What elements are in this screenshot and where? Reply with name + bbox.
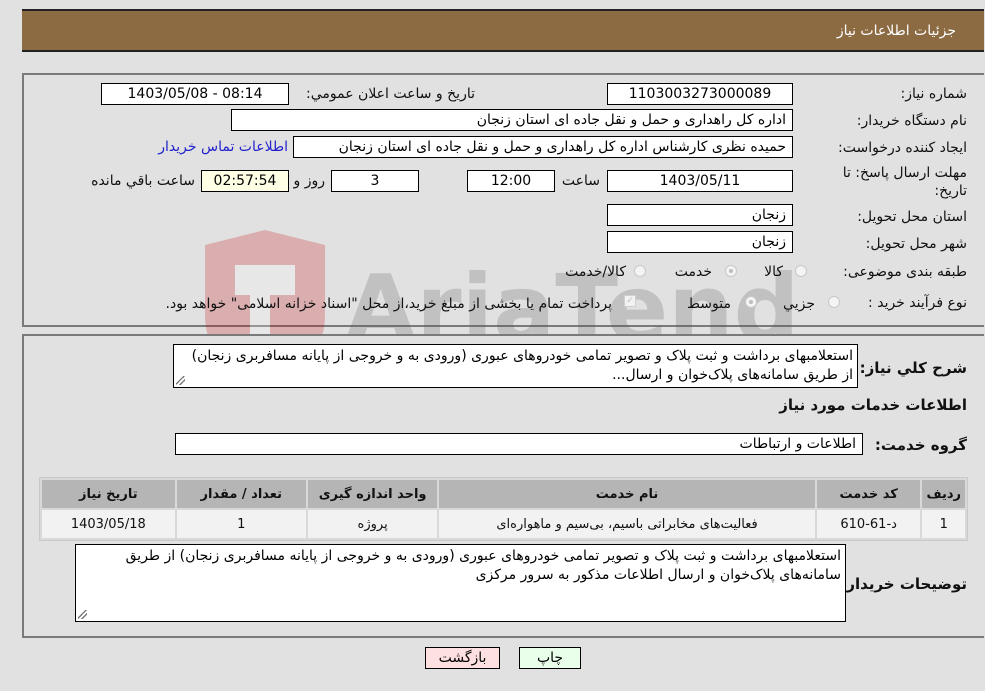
resize-grip-icon[interactable] — [78, 610, 87, 619]
general-desc-textarea[interactable]: استعلامبهای برداشت و ثبت پلاک و تصویر تم… — [173, 344, 858, 388]
need-number-label: شماره نیاز: — [900, 86, 968, 102]
treasury-checkbox[interactable]: ✓ — [624, 295, 636, 307]
purchase-type-radio-medium[interactable] — [745, 296, 757, 308]
service-group-label: گروه خدمت: — [874, 436, 967, 454]
category-option-service: خدمت — [674, 264, 712, 280]
category-radio-goods-service[interactable] — [634, 265, 646, 277]
cell-need-date: 1403/05/18 — [42, 510, 175, 538]
deadline-time-label: ساعت — [561, 173, 600, 189]
category-radio-service[interactable] — [725, 265, 737, 277]
service-group-field[interactable]: اطلاعات و ارتباطات — [175, 433, 863, 455]
deadline-time-field[interactable]: 12:00 — [467, 170, 555, 192]
remaining-time-field: 02:57:54 — [201, 170, 289, 192]
deadline-date-field[interactable]: 1403/05/11 — [607, 170, 793, 192]
page-header: جزئیات اطلاعات نیاز — [22, 9, 984, 52]
category-option-goods: کالا — [764, 264, 783, 280]
col-row-number: رديف — [922, 480, 965, 508]
col-service-code: کد خدمت — [816, 480, 921, 508]
requester-label: ايجاد کننده درخواست: — [838, 140, 967, 156]
requester-field[interactable]: حمیده نظری کارشناس اداره کل راهداری و حم… — [293, 136, 793, 158]
remaining-days-field[interactable]: 3 — [331, 170, 419, 192]
col-quantity: تعداد / مقدار — [176, 480, 306, 508]
cell-unit: پروژه — [307, 510, 438, 538]
services-table: رديف کد خدمت نام خدمت واحد اندازه گيری ت… — [39, 477, 968, 541]
delivery-province-label: استان محل تحويل: — [857, 209, 967, 225]
buyer-notes-textarea[interactable]: استعلامبهای برداشت و ثبت پلاک و تصویر تم… — [75, 544, 846, 622]
buyer-org-field[interactable]: اداره کل راهداری و حمل و نقل جاده ای است… — [231, 109, 793, 131]
services-section-title: اطلاعات خدمات مورد نياز — [779, 396, 967, 414]
buyer-notes-text: استعلامبهای برداشت و ثبت پلاک و تصویر تم… — [125, 548, 841, 583]
resize-grip-icon[interactable] — [176, 376, 185, 385]
buyer-contact-link[interactable]: اطلاعات تماس خريدار — [158, 139, 288, 155]
page-title: جزئیات اطلاعات نیاز — [836, 23, 956, 39]
delivery-city-label: شهر محل تحويل: — [865, 236, 967, 252]
remaining-days-label: روز و — [293, 173, 326, 189]
cell-row-number: 1 — [922, 510, 965, 538]
deadline-label-line2: تاريخ: — [934, 183, 967, 199]
delivery-province-field[interactable]: زنجان — [607, 204, 793, 226]
buyer-notes-label: توضيحات خريدار: — [840, 575, 967, 593]
deadline-label-line1: مهلت ارسال پاسخ: تا — [842, 165, 967, 181]
category-label: طبقه بندی موضوعی: — [843, 264, 967, 280]
col-service-name: نام خدمت — [439, 480, 815, 508]
back-button[interactable]: بازگشت — [425, 647, 500, 669]
general-desc-text: استعلامبهای برداشت و ثبت پلاک و تصویر تم… — [191, 348, 853, 383]
cell-service-code: د-61-610 — [816, 510, 921, 538]
cell-quantity: 1 — [176, 510, 306, 538]
buyer-org-label: نام دستگاه خريدار: — [856, 113, 967, 129]
general-desc-label: شرح کلي نياز: — [859, 359, 967, 377]
print-button[interactable]: چاپ — [519, 647, 581, 669]
cell-service-name: فعالیت‌های مخابراتی باسیم، بی‌سیم و ماهو… — [439, 510, 815, 538]
need-number-field[interactable]: 1103003273000089 — [607, 83, 793, 105]
treasury-checkbox-label: پرداخت تمام يا بخشی از مبلغ خريد،از محل … — [165, 296, 612, 312]
category-radio-goods[interactable] — [795, 265, 807, 277]
delivery-city-field[interactable]: زنجان — [607, 231, 793, 253]
services-table-header: رديف کد خدمت نام خدمت واحد اندازه گيری ت… — [42, 480, 965, 508]
purchase-type-option-medium: متوسط — [687, 296, 731, 312]
purchase-type-radio-minor[interactable] — [828, 296, 840, 308]
purchase-type-label: نوع فرآيند خريد : — [868, 295, 967, 311]
col-need-date: تاريخ نياز — [42, 480, 175, 508]
purchase-type-option-minor: جزيي — [783, 296, 815, 312]
remaining-time-label: ساعت باقي مانده — [91, 173, 195, 189]
announce-datetime-field[interactable]: 1403/05/08 - 08:14 — [101, 83, 289, 105]
table-row: 1 د-61-610 فعالیت‌های مخابراتی باسیم، بی… — [42, 510, 965, 538]
col-unit: واحد اندازه گيری — [307, 480, 438, 508]
category-option-goods-service: کالا/خدمت — [565, 264, 626, 280]
announce-datetime-label: تاریخ و ساعت اعلان عمومي: — [306, 86, 475, 102]
